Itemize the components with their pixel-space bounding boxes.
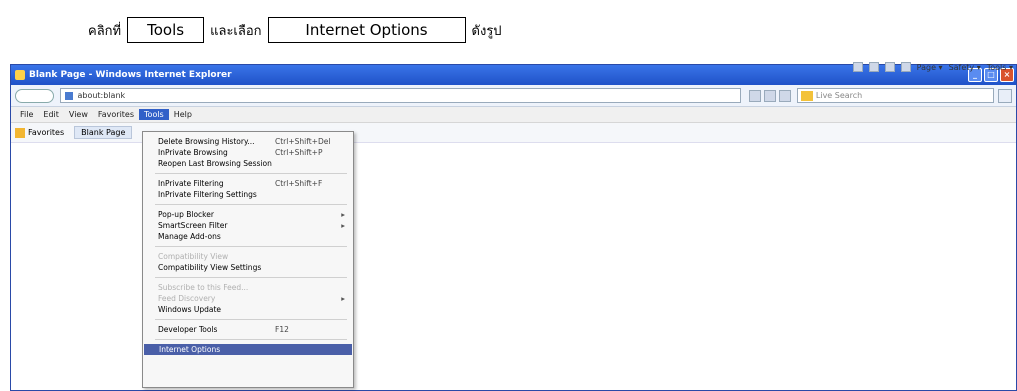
menu-separator: [155, 246, 347, 247]
menu-separator: [155, 339, 347, 340]
command-bar: Page ▾ Safety ▾ Tools ▾: [852, 62, 1013, 72]
menu-item-compat-view: Compatibility View: [143, 251, 353, 262]
favorites-star-icon: [15, 127, 25, 138]
menu-item-label: InPrivate Filtering Settings: [158, 190, 257, 199]
instruction-prefix: คลิกที่: [88, 23, 122, 39]
print-icon[interactable]: [900, 62, 911, 72]
menu-separator: [155, 277, 347, 278]
menu-edit[interactable]: Edit: [38, 109, 64, 120]
menu-item-label: InPrivate Filtering: [158, 179, 224, 188]
favorites-button[interactable]: Favorites: [28, 128, 64, 137]
menu-item-reopen-session[interactable]: Reopen Last Browsing Session: [143, 158, 353, 169]
menu-view[interactable]: View: [64, 109, 93, 120]
menu-item-label: Feed Discovery: [158, 294, 216, 303]
search-icon[interactable]: [998, 88, 1012, 103]
menu-item-developer-tools[interactable]: Developer Tools F12: [143, 324, 353, 335]
menu-item-label: Delete Browsing History...: [158, 137, 255, 146]
menu-item-label: Developer Tools: [158, 325, 218, 334]
menu-bar: File Edit View Favorites Tools Help: [11, 107, 1016, 123]
ie-logo-icon: [15, 70, 25, 80]
safety-menu-button[interactable]: Safety ▾: [949, 63, 981, 72]
menu-tools[interactable]: Tools: [139, 109, 169, 120]
menu-item-smartscreen[interactable]: SmartScreen Filter ▸: [143, 220, 353, 231]
search-input[interactable]: Live Search: [796, 88, 995, 103]
home-icon[interactable]: [852, 62, 863, 72]
back-forward-buttons[interactable]: [15, 88, 55, 103]
page-menu-button[interactable]: Page ▾: [917, 63, 943, 72]
address-bar-row: about:blank Live Search: [11, 85, 1016, 107]
menu-item-compat-settings[interactable]: Compatibility View Settings: [143, 262, 353, 273]
menu-favorites[interactable]: Favorites: [93, 109, 139, 120]
menu-item-inprivate-filtering-settings[interactable]: InPrivate Filtering Settings: [143, 189, 353, 200]
internet-options-step-box: Internet Options: [267, 17, 466, 43]
menu-file[interactable]: File: [15, 109, 38, 120]
menu-item-label: Pop-up Blocker: [158, 210, 214, 219]
submenu-arrow-icon: ▸: [341, 210, 345, 219]
menu-item-manage-addons[interactable]: Manage Add-ons: [143, 231, 353, 242]
menu-item-shortcut: Ctrl+Shift+F: [275, 179, 323, 188]
mail-icon[interactable]: [884, 62, 895, 72]
menu-item-label: Windows Update: [158, 305, 222, 314]
address-text: about:blank: [77, 91, 126, 100]
menu-item-shortcut: Ctrl+Shift+P: [275, 148, 323, 157]
menu-item-label: Internet Options: [159, 345, 221, 354]
compatibility-icon[interactable]: [748, 89, 761, 102]
menu-item-delete-history[interactable]: Delete Browsing History... Ctrl+Shift+De…: [143, 136, 353, 147]
menu-item-label: SmartScreen Filter: [158, 221, 228, 230]
menu-item-shortcut: Ctrl+Shift+Del: [275, 137, 331, 146]
menu-item-inprivate-filtering[interactable]: InPrivate Filtering Ctrl+Shift+F: [143, 178, 353, 189]
menu-item-windows-update[interactable]: Windows Update: [143, 304, 353, 315]
menu-item-feed-discovery: Feed Discovery ▸: [143, 293, 353, 304]
menu-separator: [155, 173, 347, 174]
menu-item-label: Compatibility View Settings: [158, 263, 262, 272]
tools-dropdown-menu: Delete Browsing History... Ctrl+Shift+De…: [142, 131, 354, 388]
page-icon: [65, 91, 74, 100]
menu-item-label: Subscribe to this Feed...: [158, 283, 249, 292]
menu-item-popup-blocker[interactable]: Pop-up Blocker ▸: [143, 209, 353, 220]
feeds-icon[interactable]: [868, 62, 879, 72]
instruction-middle: และเลือก: [210, 23, 262, 39]
refresh-icon[interactable]: [763, 89, 776, 102]
tools-menu-button[interactable]: Tools ▾: [987, 63, 1013, 72]
menu-item-subscribe-feed: Subscribe to this Feed...: [143, 282, 353, 293]
live-search-icon: [800, 90, 813, 101]
instruction-line: คลิกที่ Tools และเลือก Internet Options …: [88, 12, 502, 48]
menu-item-label: Reopen Last Browsing Session: [158, 159, 272, 168]
menu-item-label: Compatibility View: [158, 252, 229, 261]
tools-step-box: Tools: [127, 17, 205, 43]
submenu-arrow-icon: ▸: [341, 221, 345, 230]
menu-item-internet-options[interactable]: Internet Options: [144, 344, 352, 355]
menu-item-label: InPrivate Browsing: [158, 148, 228, 157]
menu-help[interactable]: Help: [169, 109, 197, 120]
tab-blank-page[interactable]: Blank Page: [74, 126, 133, 139]
submenu-arrow-icon: ▸: [341, 294, 345, 303]
menu-separator: [155, 319, 347, 320]
menu-item-label: Manage Add-ons: [158, 232, 221, 241]
menu-item-shortcut: F12: [275, 325, 289, 334]
stop-icon[interactable]: [778, 89, 791, 102]
menu-item-inprivate-browsing[interactable]: InPrivate Browsing Ctrl+Shift+P: [143, 147, 353, 158]
search-placeholder: Live Search: [815, 91, 863, 100]
menu-separator: [155, 204, 347, 205]
address-field[interactable]: about:blank: [60, 88, 741, 103]
instruction-suffix: ดังรูป: [471, 23, 502, 39]
window-title: Blank Page - Windows Internet Explorer: [29, 70, 232, 80]
address-tools: [748, 89, 791, 102]
